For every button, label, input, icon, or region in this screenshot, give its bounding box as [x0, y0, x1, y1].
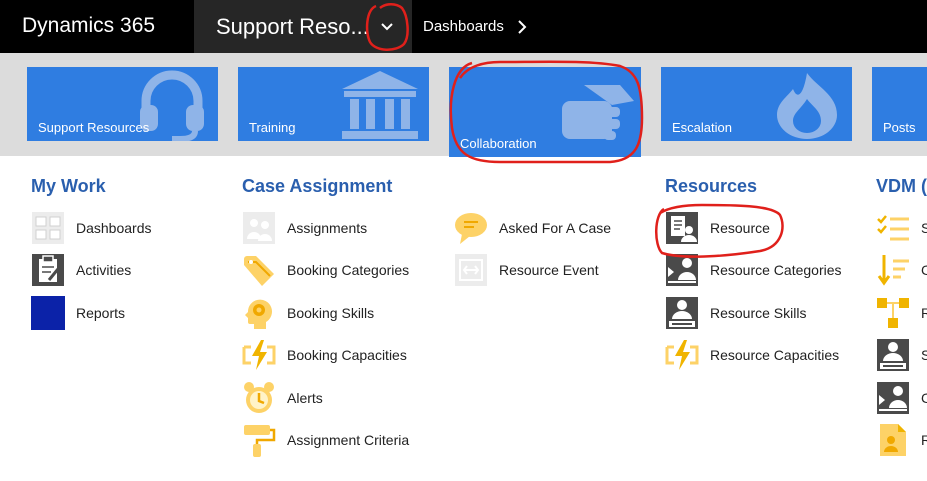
group-title-case-assignment: Case Assignment [242, 176, 393, 196]
nav-item-vdm-4[interactable]: S [876, 338, 927, 372]
nav-item-label: C [921, 390, 927, 406]
contact-card-icon [880, 424, 906, 456]
nav-item-label: Dashboards [76, 220, 152, 236]
group-title-vdm: VDM ( [876, 176, 927, 196]
lightning-icon [242, 340, 276, 370]
alarm-clock-icon [244, 382, 274, 413]
resource-categories-icon [877, 382, 909, 414]
sort-down-icon [877, 255, 909, 286]
area-switcher-label[interactable]: Support Reso... [216, 14, 369, 40]
nav-item-label: Reports [76, 305, 126, 321]
resource-skills-icon [666, 297, 698, 329]
nav-item-label: Booking Categories [287, 262, 410, 278]
tile-label: Collaboration [460, 136, 537, 151]
tile-label: Escalation [672, 120, 732, 135]
tile-collaboration[interactable]: Collaboration [449, 67, 641, 157]
clipboard-icon [32, 254, 64, 286]
tile-support-resources[interactable]: Support Resources [27, 67, 218, 141]
tile-posts[interactable]: Posts [872, 67, 927, 141]
nav-item-label: R [921, 432, 927, 448]
nav-item-label: Asked For A Case [499, 220, 612, 236]
resource-categories-icon [666, 254, 698, 286]
paint-roller-icon [244, 425, 276, 457]
report-icon [31, 296, 65, 330]
nav-item-label: Resource Categories [710, 262, 842, 278]
speech-bubble-icon [455, 213, 487, 244]
chevron-down-icon[interactable] [372, 12, 402, 42]
org-chart-icon [877, 298, 909, 328]
nav-item-label: Booking Skills [287, 305, 375, 321]
tile-training[interactable]: Training [238, 67, 429, 141]
tile-label: Training [249, 120, 296, 135]
app-brand[interactable]: Dynamics 365 [22, 14, 155, 38]
nav-item-label: Resource Skills [710, 305, 807, 321]
flame-icon [777, 73, 837, 139]
event-icon [455, 254, 487, 286]
resource-icon [666, 212, 698, 244]
nav-item-label: Booking Capacities [287, 347, 407, 363]
nav-item-label: Assignments [287, 220, 368, 236]
tile-label: Support Resources [38, 120, 150, 135]
nav-item-label: S [921, 347, 927, 363]
nav-item-vdm-6[interactable]: R [876, 423, 927, 457]
nav-item-label: R [921, 305, 927, 321]
nav-item-label: Activities [76, 262, 132, 278]
assignments-icon [243, 212, 275, 244]
nav-item-vdm-1[interactable]: S [876, 211, 927, 245]
group-title-resources: Resources [665, 176, 758, 196]
lightning-icon [665, 340, 699, 370]
tile-strip: Support Resources Training Collaboration [0, 53, 927, 157]
nav-item-label: S [921, 220, 927, 236]
tile-label: Posts [883, 120, 916, 135]
handshake-icon [562, 85, 634, 140]
nav-item-label: Resource Capacities [710, 347, 840, 363]
bank-building-icon [342, 71, 418, 139]
group-title-my-work: My Work [31, 176, 106, 196]
nav-item-label: C [921, 262, 927, 278]
checklist-icon [877, 215, 909, 241]
nav-item-label: Resource [710, 220, 770, 236]
resource-skills-icon [877, 339, 909, 371]
dashboard-icon [32, 212, 64, 244]
top-nav-bar: Dynamics 365 Support Reso... Dashboards [0, 0, 927, 53]
nav-item-vdm-3[interactable]: R [876, 296, 927, 330]
tag-icon [244, 256, 274, 286]
nav-item-label: Assignment Criteria [287, 432, 410, 448]
chevron-right-icon [518, 20, 527, 34]
head-gear-icon [245, 299, 272, 329]
tile-escalation[interactable]: Escalation [661, 67, 852, 141]
nav-item-vdm-5[interactable]: C [876, 381, 927, 415]
breadcrumb-dashboards[interactable]: Dashboards [423, 18, 504, 35]
nav-item-label: Alerts [287, 390, 323, 406]
nav-item-vdm-2[interactable]: C [876, 253, 927, 287]
nav-item-label: Resource Event [499, 262, 599, 278]
